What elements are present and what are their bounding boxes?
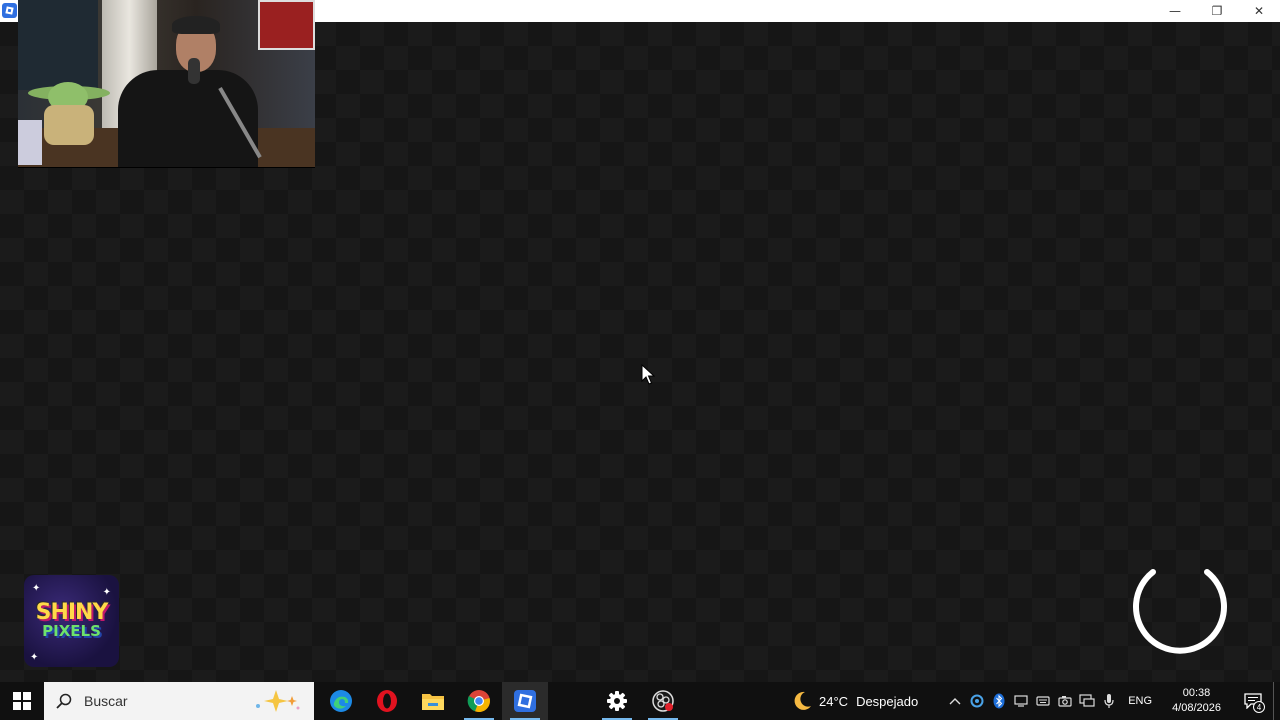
input-language[interactable]: ENG [1128, 695, 1152, 707]
taskbar-app-roblox[interactable] [502, 682, 548, 720]
shiny-pixels-logo: ✦ ✦ ✦ SHINY PIXELS [24, 575, 119, 667]
network-icon[interactable] [1076, 682, 1098, 720]
clock[interactable]: 00:38 4/08/2026 [1172, 686, 1221, 716]
display-icon[interactable] [1010, 682, 1032, 720]
search-icon [54, 691, 74, 711]
clock-time: 00:38 [1182, 687, 1211, 699]
weather-condition: Despejado [856, 693, 919, 709]
settings-icon [607, 691, 627, 711]
start-button[interactable] [0, 682, 44, 720]
edge-icon [330, 690, 352, 712]
close-button[interactable]: ✕ [1238, 0, 1280, 22]
system-tray: 24°C Despejado ENG 00:38 4/08/2026 4 [791, 682, 1280, 720]
minimize-button[interactable]: — [1154, 0, 1196, 22]
sparkle-icon: ✦ [32, 583, 41, 594]
taskbar-app-edge[interactable] [318, 682, 364, 720]
camera-icon[interactable] [1054, 682, 1076, 720]
roblox-icon [514, 690, 536, 712]
logo-text-line1: SHINY [35, 600, 109, 625]
taskbar: 24°C Despejado ENG 00:38 4/08/20 [0, 682, 1280, 720]
notification-center-button[interactable]: 4 [1233, 682, 1273, 720]
restore-button[interactable]: ❐ [1196, 0, 1238, 22]
opera-icon [377, 690, 397, 712]
loading-spinner-icon [1133, 569, 1227, 654]
windows-icon [13, 692, 31, 710]
show-desktop-button[interactable] [1273, 682, 1280, 720]
taskbar-app-file-explorer[interactable] [410, 682, 456, 720]
microphone-icon[interactable] [1098, 682, 1120, 720]
bluetooth-icon[interactable] [988, 682, 1010, 720]
chrome-icon [467, 690, 490, 713]
taskbar-search[interactable] [44, 682, 314, 720]
sparkle-icon: ✦ [102, 587, 111, 598]
chevron-up-icon[interactable] [944, 682, 966, 720]
roblox-icon [2, 3, 17, 18]
clock-date: 4/08/2026 [1172, 702, 1221, 714]
obs-icon [652, 690, 674, 712]
mouse-cursor-icon [641, 364, 655, 385]
taskbar-app-settings[interactable] [594, 682, 640, 720]
search-highlight-sparkles-icon [256, 690, 300, 712]
taskbar-app-chrome[interactable] [456, 682, 502, 720]
weather-widget[interactable]: 24°C Despejado [791, 690, 926, 712]
window-controls: — ❐ ✕ [1154, 0, 1280, 22]
sparkle-icon: ✦ [30, 652, 39, 663]
notification-count: 4 [1253, 701, 1265, 713]
onedrive-sync-icon[interactable] [966, 682, 988, 720]
moon-icon [794, 691, 812, 710]
logo-text-line2: PIXELS [42, 622, 101, 640]
taskbar-app-obs[interactable] [640, 682, 686, 720]
search-input[interactable] [82, 692, 236, 710]
keyboard-icon[interactable] [1032, 682, 1054, 720]
file-explorer-icon [422, 694, 444, 710]
weather-temperature: 24°C [819, 693, 849, 709]
webcam-feed [18, 0, 315, 168]
taskbar-app-opera[interactable] [364, 682, 410, 720]
